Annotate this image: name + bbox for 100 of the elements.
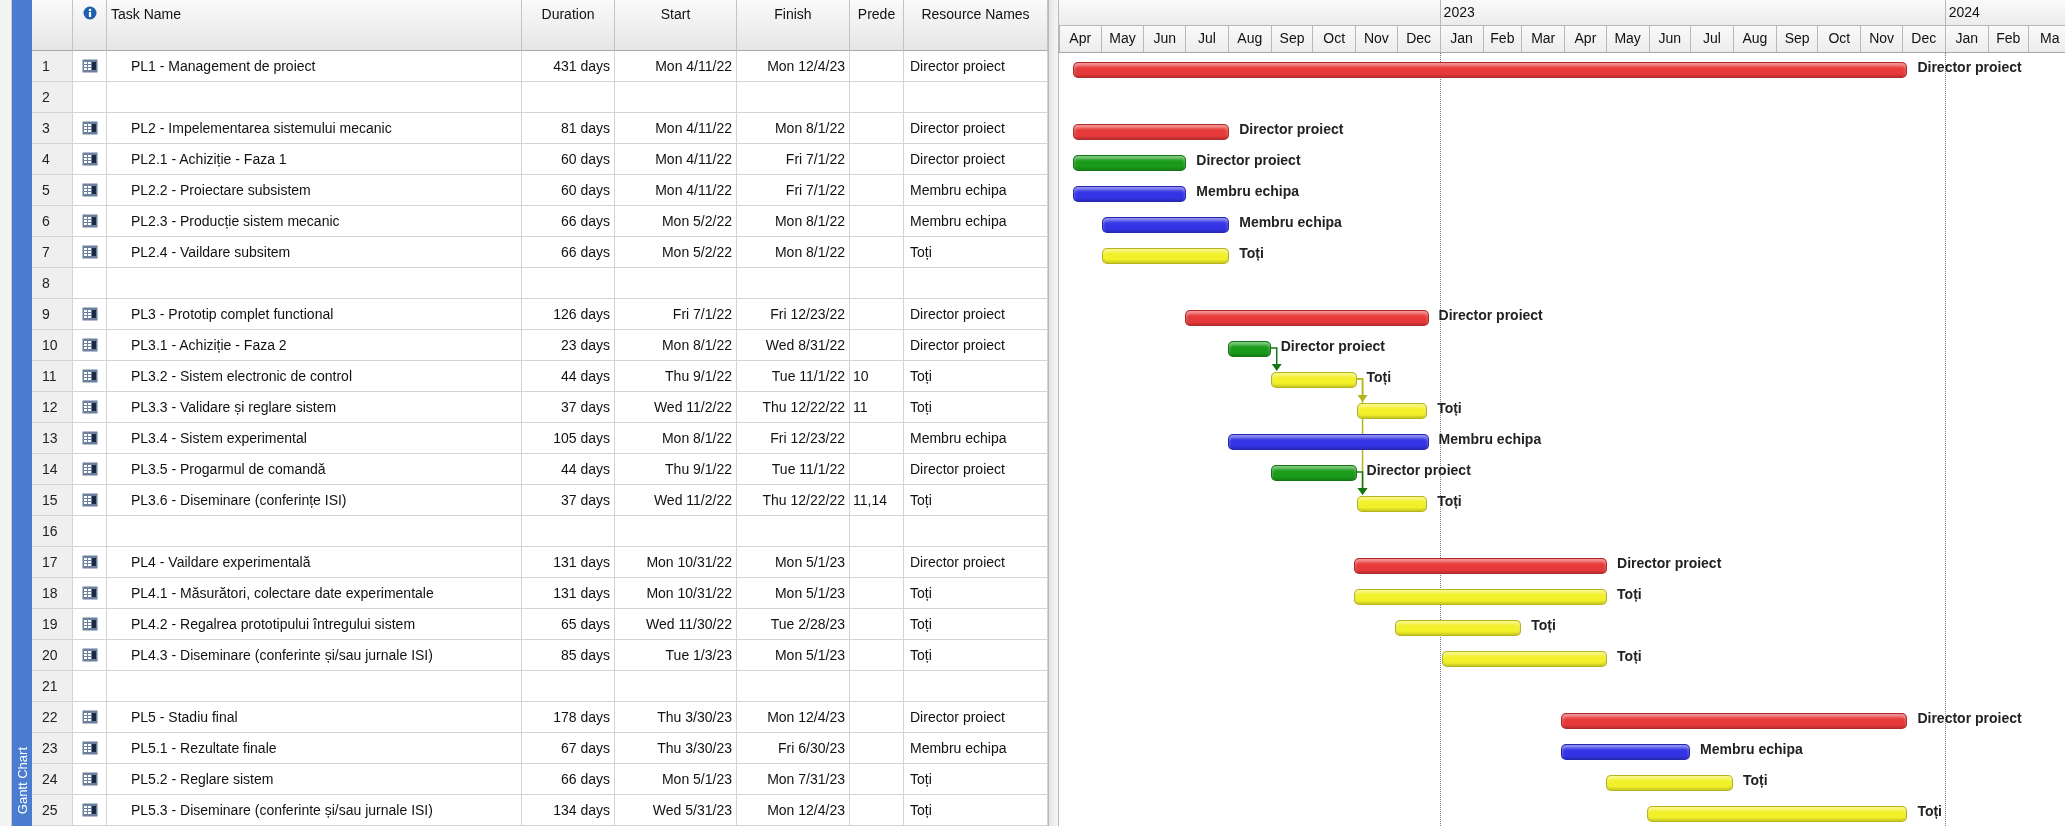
table-cell [850,175,904,206]
month-header: Jan [1944,26,1988,52]
row-number[interactable]: 6 [32,206,73,237]
row-number[interactable]: 7 [32,237,73,268]
table-cell: 66 days [522,764,615,795]
year-header: 2024 [1944,0,2065,25]
table-cell: PL4 - Vaildare experimentală [107,547,522,578]
column-header[interactable]: Prede [850,0,904,51]
table-icon [81,803,98,817]
bar-label: Toți [1366,369,1392,385]
table-cell [850,299,904,330]
month-header: Nov [1355,26,1397,52]
table-cell [850,795,904,826]
table-icon [81,617,98,631]
row-number[interactable]: 12 [32,392,73,423]
row-number[interactable]: 22 [32,702,73,733]
row-number[interactable]: 5 [32,175,73,206]
row-number[interactable]: 10 [32,330,73,361]
table-cell [850,113,904,144]
table-icon [81,400,98,414]
table-cell: PL2.2 - Proiectare subsistem [107,175,522,206]
row-number[interactable]: 18 [32,578,73,609]
table-cell: Mon 5/2/22 [615,206,737,237]
table-cell: Tue 2/28/23 [737,609,850,640]
row-number[interactable]: 14 [32,454,73,485]
table-cell: Mon 5/1/23 [737,640,850,671]
bar-label: Toți [1437,493,1462,509]
month-header: Mar [1521,26,1565,52]
row-number[interactable]: 9 [32,299,73,330]
table-cell [850,578,904,609]
table-cell: 44 days [522,454,615,485]
row-number[interactable]: 16 [32,516,73,547]
table-cell: Mon 10/31/22 [615,578,737,609]
row-number[interactable]: 23 [32,733,73,764]
row-number[interactable]: 2 [32,82,73,113]
task-bar[interactable] [1101,217,1230,233]
bar-label: Director proiect [1280,338,1385,354]
row-number[interactable]: 11 [32,361,73,392]
bar-label: Director proiect [1438,307,1543,323]
table-cell [850,82,904,113]
column-header[interactable]: Task Name [107,0,522,51]
column-header[interactable]: Duration [522,0,615,51]
table-cell [850,609,904,640]
table-cell: 85 days [522,640,615,671]
table-cell: Thu 12/22/22 [737,392,850,423]
table-cell: PL3.4 - Sistem experimental [107,423,522,454]
table-cell: Mon 4/11/22 [615,175,737,206]
row-number[interactable]: 21 [32,671,73,702]
splitter[interactable] [1048,0,1059,826]
table-cell [850,516,904,547]
table-cell: PL1 - Management de proiect [107,51,522,82]
table-cell: Mon 10/31/22 [615,547,737,578]
table-cell [850,144,904,175]
month-header: Sep [1775,26,1818,52]
row-number[interactable]: 4 [32,144,73,175]
column-header[interactable]: Resource Names [904,0,1048,51]
bar-label: Director proiect [1366,462,1471,478]
month-header: Jul [1184,26,1228,52]
row-number[interactable]: 20 [32,640,73,671]
month-header: Oct [1312,26,1356,52]
task-bar[interactable] [1072,155,1187,171]
row-number[interactable]: 17 [32,547,73,578]
table-icon [81,493,98,507]
table-cell: 23 days [522,330,615,361]
bar-label: Membru echipa [1700,741,1803,757]
table-cell: Thu 12/22/22 [737,485,850,516]
column-header[interactable]: Finish [737,0,850,51]
bar-label: Toți [1617,648,1642,664]
column-header[interactable]: Start [615,0,737,51]
table-cell: 81 days [522,113,615,144]
row-number[interactable]: 1 [32,51,73,82]
table-cell: Thu 3/30/23 [615,733,737,764]
table-cell [850,454,904,485]
table-cell: Fri 12/23/22 [737,423,850,454]
table-cell: Mon 8/1/22 [615,423,737,454]
month-header: Aug [1733,26,1776,52]
row-number[interactable]: 15 [32,485,73,516]
bar-label: Membru echipa [1196,183,1299,199]
row-number[interactable]: 13 [32,423,73,454]
table-cell: PL3.2 - Sistem electronic de control [107,361,522,392]
table-icon [81,59,98,73]
bar-label: Toți [1743,772,1768,788]
row-number[interactable]: 8 [32,268,73,299]
view-bar[interactable]: Gantt Chart [12,0,32,826]
row-number[interactable]: 25 [32,795,73,826]
table-cell [850,330,904,361]
table-cell: Fri 7/1/22 [737,144,850,175]
task-bar[interactable] [1072,186,1187,202]
table-icon [81,183,98,197]
task-bar[interactable] [1270,465,1357,481]
table-cell: 126 days [522,299,615,330]
row-number[interactable]: 19 [32,609,73,640]
task-bar[interactable] [1227,341,1271,357]
month-header: Feb [1482,26,1522,52]
month-header: Apr [1564,26,1606,52]
row-number[interactable]: 24 [32,764,73,795]
table-cell: 44 days [522,361,615,392]
table-icon [81,338,98,352]
table-icon [81,555,98,569]
row-number[interactable]: 3 [32,113,73,144]
